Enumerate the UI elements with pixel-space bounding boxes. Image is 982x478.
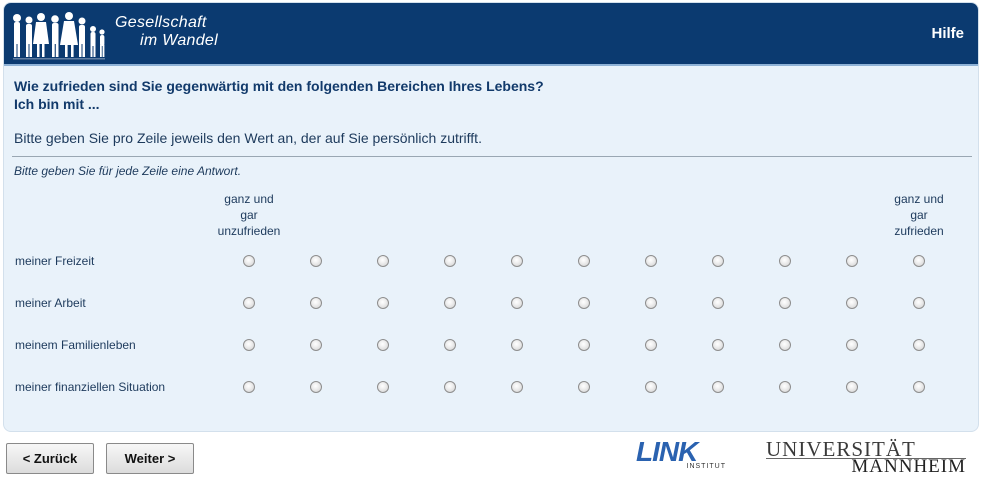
hint-text: Bitte geben Sie für jede Zeile eine Antw…	[14, 164, 242, 178]
rating-radio[interactable]	[444, 339, 456, 351]
rating-radio[interactable]	[846, 255, 858, 267]
rating-radio[interactable]	[712, 339, 724, 351]
rating-radio[interactable]	[310, 297, 322, 309]
row-label: meiner Arbeit	[15, 296, 86, 310]
rating-radio[interactable]	[712, 297, 724, 309]
logo-text-line2: im Wandel	[140, 32, 218, 49]
rating-radio[interactable]	[511, 297, 523, 309]
rating-radio[interactable]	[444, 255, 456, 267]
instruction-text: Bitte geben Sie pro Zeile jeweils den We…	[14, 130, 482, 146]
rating-radio[interactable]	[846, 297, 858, 309]
rating-radio[interactable]	[578, 255, 590, 267]
rating-radio[interactable]	[243, 297, 255, 309]
rating-radio[interactable]	[511, 255, 523, 267]
divider	[12, 156, 972, 157]
rating-radio[interactable]	[578, 381, 590, 393]
link-institut-logo: LINK INSTITUT	[636, 436, 730, 472]
scale-low-line1: ganz und	[224, 192, 274, 206]
rating-radio[interactable]	[243, 381, 255, 393]
rating-radio[interactable]	[645, 339, 657, 351]
rating-radio[interactable]	[913, 339, 925, 351]
rating-radio[interactable]	[913, 255, 925, 267]
row-label: meiner finanziellen Situation	[15, 380, 166, 394]
rating-radio[interactable]	[243, 255, 255, 267]
scale-low-line2: gar	[240, 208, 258, 222]
rating-radio[interactable]	[444, 381, 456, 393]
gesellschaft-im-wandel-logo: Gesellschaft im Wandel	[9, 11, 239, 63]
scale-low-label: ganz und gar unzufrieden	[204, 191, 294, 239]
header-bar: Gesellschaft im Wandel Hilfe	[4, 3, 978, 66]
question-line1: Wie zufrieden sind Sie gegenwärtig mit d…	[14, 78, 544, 94]
rating-radio[interactable]	[645, 297, 657, 309]
universitaet-mannheim-logo: UNIVERSITÄT MANNHEIM	[766, 437, 966, 477]
rating-radio[interactable]	[310, 255, 322, 267]
rating-radio[interactable]	[913, 381, 925, 393]
rating-radio[interactable]	[779, 255, 791, 267]
question-line2: Ich bin mit ...	[14, 96, 100, 112]
scale-high-line1: ganz und	[894, 192, 944, 206]
rating-radio[interactable]	[712, 255, 724, 267]
scale-high-label: ganz und gar zufrieden	[874, 191, 964, 239]
link-logo-subtitle: INSTITUT	[686, 463, 726, 470]
rating-radio[interactable]	[712, 381, 724, 393]
back-button[interactable]: < Zurück	[6, 443, 94, 474]
rating-radio[interactable]	[779, 297, 791, 309]
rating-radio[interactable]	[377, 297, 389, 309]
rating-radio[interactable]	[377, 339, 389, 351]
rating-radio[interactable]	[243, 339, 255, 351]
uni-logo-line2: MANNHEIM	[851, 456, 966, 477]
rating-radio[interactable]	[444, 297, 456, 309]
rating-radio[interactable]	[645, 381, 657, 393]
row-label: meiner Freizeit	[15, 254, 95, 268]
rating-radio[interactable]	[578, 297, 590, 309]
rating-radio[interactable]	[511, 339, 523, 351]
question-title: Wie zufrieden sind Sie gegenwärtig mit d…	[14, 77, 544, 113]
rating-radio[interactable]	[310, 381, 322, 393]
rating-radio[interactable]	[846, 381, 858, 393]
next-button[interactable]: Weiter >	[106, 443, 194, 474]
rating-radio[interactable]	[377, 381, 389, 393]
scale-high-line2: gar	[910, 208, 928, 222]
rating-radio[interactable]	[913, 297, 925, 309]
rating-radio[interactable]	[310, 339, 322, 351]
row-label: meinem Familienleben	[15, 338, 136, 352]
scale-low-line3: unzufrieden	[217, 224, 281, 238]
rating-radio[interactable]	[846, 339, 858, 351]
scale-high-line3: zufrieden	[894, 224, 944, 238]
help-link[interactable]: Hilfe	[931, 25, 964, 42]
people-silhouette-icon	[13, 12, 105, 60]
rating-radio[interactable]	[578, 339, 590, 351]
rating-radio[interactable]	[645, 255, 657, 267]
logo-text-line1: Gesellschaft	[115, 14, 207, 31]
rating-radio[interactable]	[511, 381, 523, 393]
rating-radio[interactable]	[377, 255, 389, 267]
rating-radio[interactable]	[779, 339, 791, 351]
survey-panel: Gesellschaft im Wandel Hilfe Wie zufried…	[3, 2, 979, 432]
rating-radio[interactable]	[779, 381, 791, 393]
